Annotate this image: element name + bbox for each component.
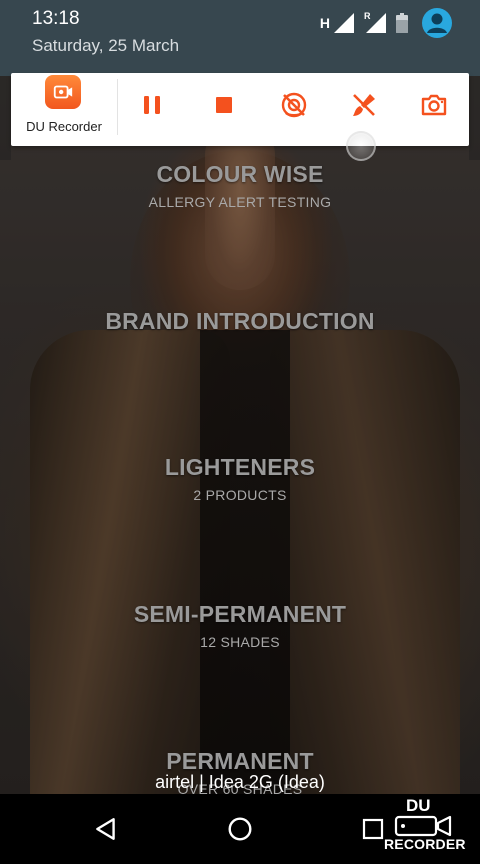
screenshot-button[interactable] [416, 87, 452, 123]
clock-date[interactable]: Saturday, 25 March [32, 36, 179, 56]
menu-item-colour-wise[interactable]: COLOUR WISE ALLERGY ALERT TESTING [0, 161, 480, 210]
camera-off-icon [281, 92, 307, 118]
stop-recording-button[interactable] [206, 87, 242, 123]
watermark-recorder-label: RECORDER [384, 836, 466, 852]
menu-item-title: SEMI-PERMANENT [133, 601, 347, 627]
recorder-divider [117, 79, 118, 135]
back-triangle-icon [96, 818, 115, 840]
du-recorder-watermark: DU RECORDER [380, 796, 476, 856]
network-type-label: H [319, 15, 330, 31]
brush-off-icon [353, 94, 375, 116]
menu-item-title: COLOUR WISE [156, 161, 324, 187]
home-button[interactable] [222, 811, 258, 847]
video-camera-icon [394, 815, 452, 837]
touch-indicator [346, 131, 376, 161]
menu-item-brand-introduction[interactable]: BRAND INTRODUCTION [0, 308, 480, 335]
menu-item-subtitle: 12 SHADES [200, 634, 280, 650]
watermark-du-label: DU [406, 796, 431, 815]
carrier-label: airtel | Idea 2G (Idea) [155, 772, 325, 792]
recorder-app-header[interactable]: DU Recorder [11, 73, 117, 146]
roaming-signal-icon: R [364, 11, 386, 33]
notification-shade-header[interactable]: 13:18 Saturday, 25 March H R [0, 0, 480, 76]
menu-item-subtitle: 2 PRODUCTS [193, 487, 287, 503]
recorder-app-label: DU Recorder [26, 119, 102, 134]
menu-item-semi-permanent[interactable]: SEMI-PERMANENT 12 SHADES [0, 601, 480, 650]
menu-item-title: LIGHTENERS [164, 454, 316, 480]
back-button[interactable] [88, 811, 124, 847]
battery-icon [396, 13, 408, 33]
pause-recording-button[interactable] [134, 87, 170, 123]
menu-item-subtitle: ALLERGY ALERT TESTING [148, 194, 332, 210]
user-avatar-icon[interactable] [422, 8, 452, 38]
stop-icon [216, 97, 232, 113]
menu-item-title: PERMANENT [166, 748, 314, 774]
screenshot-camera-icon [421, 94, 447, 116]
pause-icon [144, 96, 160, 114]
menu-item-lighteners[interactable]: LIGHTENERS 2 PRODUCTS [0, 454, 480, 503]
home-circle-icon [228, 817, 252, 841]
du-recorder-logo-icon [45, 75, 81, 109]
clock-time: 13:18 [32, 8, 80, 29]
toggle-camera-button[interactable] [276, 87, 312, 123]
status-icons: H R [320, 8, 452, 38]
menu-item-title: BRAND INTRODUCTION [105, 308, 375, 334]
toggle-brush-button[interactable] [346, 87, 382, 123]
du-recorder-notification[interactable]: DU Recorder [11, 73, 469, 146]
signal-icon [334, 13, 354, 33]
